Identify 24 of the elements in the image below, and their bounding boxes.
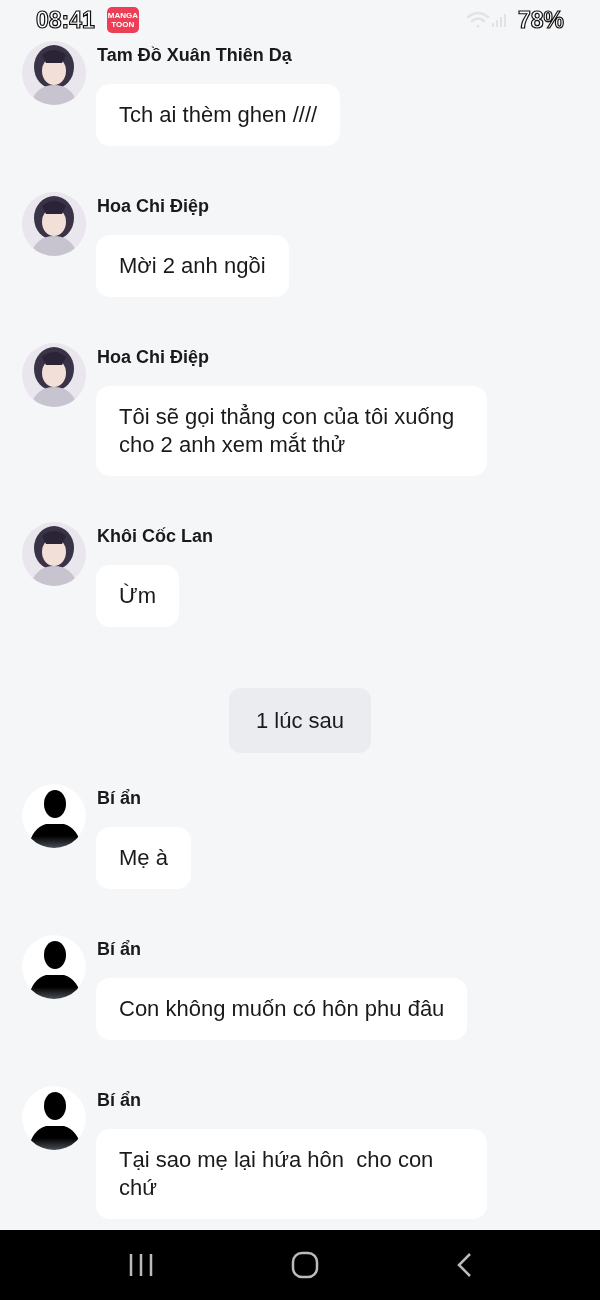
- home-icon[interactable]: [291, 1251, 319, 1279]
- message-bubble: Tch ai thèm ghen ////: [96, 84, 341, 146]
- message-bubble: Tại sao mẹ lại hứa hôn cho con chứ: [96, 1129, 487, 1219]
- app-notification-icon: MANGA TOON: [106, 7, 139, 33]
- message-bubble: Tôi sẽ gọi thẳng con của tôi xuống cho 2 anh xem mắt thử: [96, 386, 487, 476]
- back-icon[interactable]: [455, 1252, 472, 1278]
- sender-name: Bí ẩn: [97, 1089, 141, 1112]
- message-bubble: Mẹ à: [96, 827, 191, 889]
- avatar-silhouette-icon: [22, 784, 86, 848]
- message-bubble: Con không muốn có hôn phu đâu: [96, 978, 468, 1040]
- sender-name: Bí ẩn: [97, 787, 141, 810]
- battery-percentage: 78%: [517, 6, 564, 34]
- sender-name: Khôi Cốc Lan: [97, 525, 213, 548]
- message-bubble: Ừm: [96, 565, 180, 627]
- sender-name: Hoa Chi Điệp: [97, 346, 209, 369]
- sender-name: Hoa Chi Điệp: [97, 195, 209, 218]
- clock: 08:41: [36, 6, 95, 34]
- recent-apps-icon[interactable]: [128, 1253, 155, 1277]
- sender-name: Tam Đồ Xuân Thiên Dạ: [97, 44, 292, 67]
- message-bubble: Mời 2 anh ngồi: [96, 235, 289, 297]
- avatar-silhouette-icon: [22, 935, 86, 999]
- sender-name: Bí ẩn: [97, 938, 141, 961]
- avatar-silhouette-icon: [22, 1086, 86, 1150]
- timestamp-bubble: 1 lúc sau: [228, 688, 372, 753]
